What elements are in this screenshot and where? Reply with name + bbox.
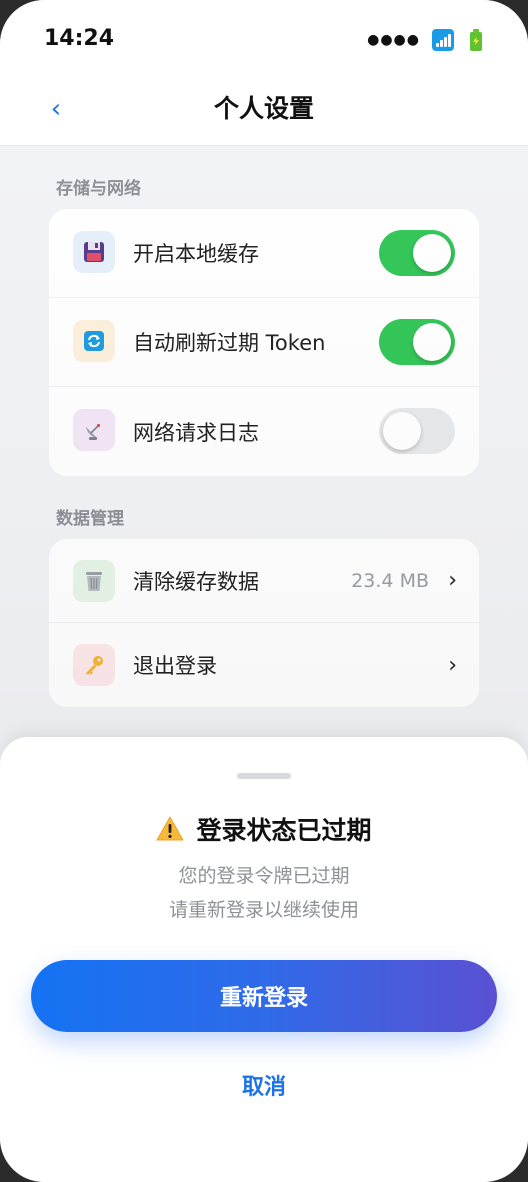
setting-label: 清除缓存数据 — [133, 569, 259, 594]
setting-label: 开启本地缓存 — [133, 242, 259, 266]
sheet-message-line1: 您的登录令牌已过期 — [178, 865, 350, 887]
sheet-grabber[interactable] — [237, 773, 291, 779]
cancel-button[interactable]: 取消 — [180, 1063, 348, 1107]
battery-charging-icon — [470, 29, 482, 51]
refresh-icon — [73, 320, 115, 362]
sheet-title-row: 登录状态已过期 — [0, 811, 528, 847]
chevron-right-icon: › — [448, 568, 457, 593]
warning-icon — [156, 816, 184, 842]
status-time: 14:24 — [44, 26, 115, 51]
signal-dots: ●●●● — [367, 32, 420, 48]
status-bar: 14:24 ●●●● — [0, 0, 528, 78]
setting-row-auto-refresh-token: 自动刷新过期 Token — [49, 298, 479, 387]
phone-screen: 14:24 ●●●● ‹ 个人设置 存储与网络 开启本地缓存 自动刷新过期 To… — [0, 0, 528, 1182]
section-title-data: 数据管理 — [56, 509, 124, 529]
setting-row-network-log: 网络请求日志 — [49, 387, 479, 476]
setting-label: 退出登录 — [133, 654, 217, 678]
setting-row-logout[interactable]: 退出登录 › — [49, 623, 479, 707]
settings-card-storage: 开启本地缓存 自动刷新过期 Token 网络请求日志 — [49, 209, 479, 476]
status-indicators: ●●●● — [367, 28, 482, 52]
session-expired-sheet: 登录状态已过期 您的登录令牌已过期 请重新登录以继续使用 重新登录 取消 — [0, 737, 528, 1182]
floppy-disk-icon — [73, 231, 115, 273]
auto-refresh-token-toggle[interactable] — [379, 319, 455, 365]
local-cache-toggle[interactable] — [379, 230, 455, 276]
chevron-right-icon: › — [448, 652, 457, 678]
setting-row-clear-cache[interactable]: 清除缓存数据 23.4 MB › — [49, 539, 479, 623]
relogin-button[interactable]: 重新登录 — [31, 960, 497, 1032]
sheet-title: 登录状态已过期 — [196, 816, 372, 845]
key-icon — [73, 644, 115, 686]
sheet-message-line2: 请重新登录以继续使用 — [168, 899, 359, 921]
setting-label: 网络请求日志 — [133, 420, 259, 445]
satellite-dish-icon — [73, 409, 115, 451]
section-title-storage: 存储与网络 — [56, 179, 141, 199]
cache-size-value: 23.4 MB — [351, 569, 429, 592]
trash-can-icon — [73, 560, 115, 602]
page-title: 个人设置 — [213, 94, 314, 123]
network-log-toggle[interactable] — [379, 408, 455, 454]
nav-header: ‹ 个人设置 — [0, 78, 528, 146]
setting-row-local-cache: 开启本地缓存 — [49, 209, 479, 298]
setting-label: 自动刷新过期 Token — [133, 331, 326, 355]
settings-card-data: 清除缓存数据 23.4 MB › 退出登录 › — [49, 539, 479, 707]
signal-icon — [432, 29, 454, 51]
